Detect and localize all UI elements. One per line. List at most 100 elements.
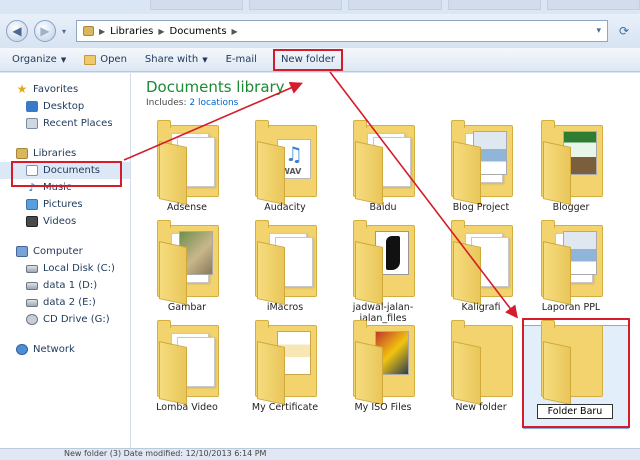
- nav-favorites[interactable]: ★ Favorites: [0, 81, 130, 98]
- folder-item[interactable]: Blogger: [529, 119, 613, 221]
- folder-name: Lomba Video: [156, 402, 218, 413]
- folder-item[interactable]: My Certificate: [243, 319, 327, 421]
- nav-data2-e[interactable]: data 2 (E:): [0, 294, 130, 311]
- hard-disk-icon: [26, 281, 38, 290]
- address-bar[interactable]: ▶ Libraries ▶ Documents ▶ ▾: [76, 20, 608, 42]
- command-bar: Organize ▼ Open Share with ▼ E-mail New …: [0, 48, 640, 72]
- breadcrumb-separator-icon: ▶: [231, 26, 238, 36]
- cd-drive-icon: [26, 314, 38, 325]
- new-folder-button[interactable]: New folder: [272, 48, 343, 71]
- background-tab: [546, 0, 640, 10]
- folder-name: Blogger: [552, 202, 590, 213]
- email-button[interactable]: E-mail: [224, 49, 259, 71]
- folder-name: Kaligrafi: [461, 302, 501, 313]
- nav-cd-drive-g[interactable]: CD Drive (G:): [0, 311, 130, 328]
- nav-videos[interactable]: Videos: [0, 213, 130, 230]
- nav-local-disk-c[interactable]: Local Disk (C:): [0, 260, 130, 277]
- folder-item[interactable]: Lomba Video: [145, 319, 229, 421]
- open-folder-icon: [84, 54, 97, 65]
- nav-desktop[interactable]: Desktop: [0, 98, 130, 115]
- folder-item[interactable]: Laporan PPL: [529, 219, 613, 321]
- includes-locations-link[interactable]: 2 locations: [189, 98, 238, 108]
- share-with-button[interactable]: Share with ▼: [143, 49, 210, 71]
- breadcrumb-separator-icon: ▶: [158, 26, 165, 36]
- new-folder-label: New folder: [280, 54, 335, 65]
- nav-network[interactable]: Network: [0, 341, 130, 358]
- nav-computer-label: Computer: [33, 246, 83, 257]
- nav-desktop-label: Desktop: [43, 101, 85, 112]
- folder-item[interactable]: iMacros: [243, 219, 327, 321]
- folder-item[interactable]: New folder: [439, 319, 523, 421]
- nav-music[interactable]: ♪ Music: [0, 179, 130, 196]
- folder-icon: ♫ WAV: [255, 120, 317, 205]
- folder-item[interactable]: Blog Project: [439, 119, 523, 221]
- folder-item[interactable]: Gambar: [145, 219, 229, 321]
- folder-icon: [541, 220, 603, 305]
- folder-item[interactable]: Baidu: [341, 119, 425, 221]
- folder-icon: [451, 120, 513, 205]
- share-with-label: Share with: [144, 54, 199, 65]
- folder-icon: [451, 220, 513, 305]
- rename-input[interactable]: Folder Baru: [537, 404, 613, 419]
- back-button[interactable]: ◀: [6, 20, 28, 42]
- library-title: Documents library: [146, 78, 285, 96]
- nav-libraries-label: Libraries: [33, 148, 77, 159]
- forward-button[interactable]: ▶: [34, 20, 56, 42]
- nav-videos-label: Videos: [43, 216, 77, 227]
- folder-name: Baidu: [369, 202, 397, 213]
- includes-label: Includes:: [146, 98, 187, 108]
- nav-recent-places-label: Recent Places: [43, 118, 113, 129]
- star-icon: ★: [16, 82, 28, 96]
- nav-data1-d-label: data 1 (D:): [43, 280, 98, 291]
- folder-name: Laporan PPL: [541, 302, 601, 313]
- folder-item[interactable]: ♫ WAV Audacity: [243, 119, 327, 221]
- hard-disk-icon: [26, 264, 38, 273]
- navigation-pane: ★ Favorites Desktop Recent Places Librar…: [0, 73, 131, 460]
- nav-music-label: Music: [43, 182, 72, 193]
- folder-item[interactable]: Kaligrafi: [439, 219, 523, 321]
- nav-documents[interactable]: Documents: [0, 162, 130, 179]
- folder-item[interactable]: jadwal-jalan-jalan_files: [341, 219, 425, 324]
- folder-icon: [157, 120, 219, 205]
- nav-data1-d[interactable]: data 1 (D:): [0, 277, 130, 294]
- nav-libraries[interactable]: Libraries: [0, 145, 130, 162]
- open-button[interactable]: Open: [82, 49, 129, 71]
- folder-name: Audacity: [264, 202, 306, 213]
- nav-pictures[interactable]: Pictures: [0, 196, 130, 213]
- organize-label: Organize: [12, 54, 57, 65]
- nav-documents-label: Documents: [43, 165, 101, 176]
- back-arrow-icon: ◀: [12, 24, 22, 38]
- nav-computer[interactable]: Computer: [0, 243, 130, 260]
- nav-local-disk-c-label: Local Disk (C:): [43, 263, 115, 274]
- folder-icon: [451, 320, 513, 405]
- chevron-down-icon: ▼: [202, 55, 208, 64]
- folder-name: Adsense: [167, 202, 207, 213]
- background-tab: [348, 0, 442, 10]
- nav-recent-places[interactable]: Recent Places: [0, 115, 130, 132]
- music-icon: ♪: [28, 181, 36, 194]
- folder-name: Gambar: [167, 302, 207, 313]
- recent-places-icon: [26, 118, 38, 129]
- chevron-down-icon: ▼: [60, 55, 67, 64]
- background-tab: [447, 0, 541, 10]
- folder-icon: [353, 320, 415, 405]
- recent-pages-dropdown[interactable]: ▾: [62, 27, 70, 36]
- nav-pictures-label: Pictures: [43, 199, 83, 210]
- background-tab: [249, 0, 343, 10]
- breadcrumb-libraries[interactable]: Libraries: [110, 26, 153, 37]
- libraries-icon: [16, 148, 28, 159]
- folder-item[interactable]: Adsense: [145, 119, 229, 221]
- nav-favorites-label: Favorites: [33, 84, 79, 95]
- library-includes: Includes: 2 locations: [146, 98, 238, 108]
- address-dropdown-icon[interactable]: ▾: [596, 26, 601, 36]
- folder-icon: [353, 120, 415, 205]
- breadcrumb-documents[interactable]: Documents: [170, 26, 227, 37]
- computer-icon: [16, 246, 28, 257]
- folder-icon: [541, 320, 603, 405]
- folder-item[interactable]: My ISO Files: [341, 319, 425, 421]
- videos-icon: [26, 216, 38, 227]
- network-icon: [16, 344, 28, 355]
- refresh-button[interactable]: ⟳: [614, 20, 634, 42]
- organize-button[interactable]: Organize ▼: [10, 49, 68, 71]
- folder-icon: [541, 120, 603, 205]
